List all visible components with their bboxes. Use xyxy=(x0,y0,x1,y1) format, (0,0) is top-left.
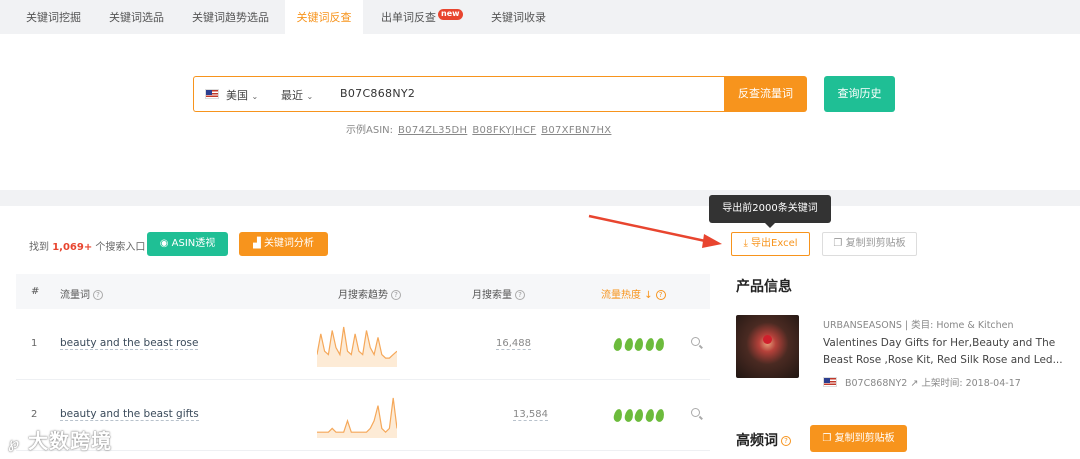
country-select[interactable]: 美国 ⌄ xyxy=(226,87,258,103)
keyword-link[interactable]: beauty and the beast gifts xyxy=(60,408,199,421)
help-icon[interactable]: ? xyxy=(391,290,401,300)
top-tab-bar: 关键词挖掘 关键词选品 关键词趋势选品 关键词反查 出单词反查 new 关键词收… xyxy=(0,0,1080,34)
new-badge: new xyxy=(438,9,463,20)
asin-view-button[interactable]: ◉ ASIN透视 xyxy=(147,232,228,256)
watermark: ℘ 大数跨境 xyxy=(8,429,113,453)
tab-keyword-mining[interactable]: 关键词挖掘 xyxy=(26,0,81,34)
search-volume: 16,488 xyxy=(496,338,531,350)
leaf-icon xyxy=(612,337,624,352)
product-brand-category: URBANSEASONS | 类目: Home & Kitchen xyxy=(823,320,1014,331)
heat-rating xyxy=(612,407,667,426)
help-icon[interactable]: ? xyxy=(93,290,103,300)
search-box: 美国 ⌄ 最近 ⌄ B07C868NY2 xyxy=(193,76,724,112)
tab-keyword-indexing[interactable]: 关键词收录 xyxy=(491,0,546,34)
copy-icon: ❐ xyxy=(822,433,832,444)
chart-icon: ▟ xyxy=(253,238,261,249)
high-frequency-copy-button[interactable]: ❐ 复制到剪贴板 xyxy=(810,425,907,452)
example-asin-link[interactable]: B074ZL35DH xyxy=(398,125,467,136)
product-meta: B07C868NY2 ↗ 上架时间: 2018-04-17 xyxy=(823,375,1021,389)
col-trend: 月搜索趋势? xyxy=(338,286,401,301)
query-history-button[interactable]: 查询历史 xyxy=(824,76,895,112)
external-link-icon[interactable]: ↗ xyxy=(910,378,918,389)
product-image[interactable] xyxy=(736,315,799,378)
leaf-icon xyxy=(612,408,624,423)
leaf-icon xyxy=(644,337,655,352)
watermark-logo-icon: ℘ xyxy=(8,433,21,452)
col-heat[interactable]: 流量热度 ↓? xyxy=(601,286,666,301)
help-icon[interactable]: ? xyxy=(515,290,525,300)
leaf-icon xyxy=(644,408,655,423)
product-asin[interactable]: B07C868NY2 xyxy=(845,378,907,389)
product-category: 类目: Home & Kitchen xyxy=(911,320,1014,331)
trend-sparkline xyxy=(317,326,397,367)
period-select[interactable]: 最近 ⌄ xyxy=(281,87,313,103)
col-index: # xyxy=(31,286,40,297)
chevron-down-icon: ⌄ xyxy=(251,92,259,101)
export-excel-button[interactable]: ⤓ 导出Excel xyxy=(731,232,810,256)
high-frequency-title: 高频词? xyxy=(736,430,791,450)
copy-icon: ❐ xyxy=(833,238,843,249)
keyword-analysis-button[interactable]: ▟ 关键词分析 xyxy=(239,232,328,256)
leaf-icon xyxy=(623,408,634,423)
leaf-icon xyxy=(654,337,666,352)
tab-keyword-reverse[interactable]: 关键词反查 xyxy=(285,0,363,34)
table-row: 2 beauty and the beast gifts 13,584 xyxy=(16,380,710,450)
trend-sparkline xyxy=(317,397,397,438)
search-icon[interactable] xyxy=(691,337,700,346)
tab-keyword-selection[interactable]: 关键词选品 xyxy=(109,0,164,34)
leaf-icon xyxy=(633,337,645,352)
example-asins-label: 示例ASIN: xyxy=(346,125,393,136)
col-keyword: 流量词? xyxy=(60,286,103,301)
sparkline-line xyxy=(317,397,397,434)
search-volume: 13,584 xyxy=(513,409,548,421)
keyword-link[interactable]: beauty and the beast rose xyxy=(60,337,199,350)
sort-down-icon: ↓ xyxy=(644,290,653,301)
row-index: 1 xyxy=(31,338,38,349)
leaf-icon xyxy=(623,337,634,352)
tab-keyword-trend-selection[interactable]: 关键词趋势选品 xyxy=(192,0,269,34)
col-volume: 月搜索量? xyxy=(472,286,525,301)
download-icon: ⤓ xyxy=(743,238,748,249)
rose-shape xyxy=(763,335,772,344)
search-icon[interactable] xyxy=(691,408,700,417)
leaf-icon xyxy=(633,408,645,423)
export-tooltip: 导出前2000条关键词 xyxy=(709,195,831,228)
red-arrow-annotation xyxy=(588,214,722,248)
row-index: 2 xyxy=(31,409,38,420)
product-brand[interactable]: URBANSEASONS xyxy=(823,320,902,331)
product-listed-date: 上架时间: 2018-04-17 xyxy=(921,378,1021,389)
product-info-title: 产品信息 xyxy=(736,279,792,295)
help-icon[interactable]: ? xyxy=(781,436,791,446)
heat-rating xyxy=(612,336,667,355)
us-flag-icon xyxy=(205,89,219,99)
row-divider xyxy=(16,450,710,451)
eye-icon: ◉ xyxy=(159,238,169,249)
copy-to-clipboard-button[interactable]: ❐ 复制到剪贴板 xyxy=(822,232,917,256)
example-asin-link[interactable]: B07XFBN7HX xyxy=(541,125,611,136)
search-panel xyxy=(0,34,1080,190)
help-icon[interactable]: ? xyxy=(655,290,666,300)
example-asins: 示例ASIN: B074ZL35DH B08FKYJHCF B07XFBN7HX xyxy=(346,121,611,136)
example-asin-link[interactable]: B08FKYJHCF xyxy=(472,125,536,136)
leaf-icon xyxy=(654,408,666,423)
tab-order-keyword-reverse[interactable]: 出单词反查 xyxy=(381,0,436,34)
table-row: 1 beauty and the beast rose 16,488 xyxy=(16,309,710,379)
asin-input[interactable]: B07C868NY2 xyxy=(340,87,415,100)
product-title[interactable]: Valentines Day Gifts for Her,Beauty and … xyxy=(823,335,1073,369)
us-flag-icon xyxy=(823,377,837,387)
results-count: 找到 1,069+ 个搜索入口 xyxy=(29,242,146,253)
chevron-down-icon: ⌄ xyxy=(306,92,314,101)
reverse-search-button[interactable]: 反查流量词 xyxy=(724,76,807,112)
